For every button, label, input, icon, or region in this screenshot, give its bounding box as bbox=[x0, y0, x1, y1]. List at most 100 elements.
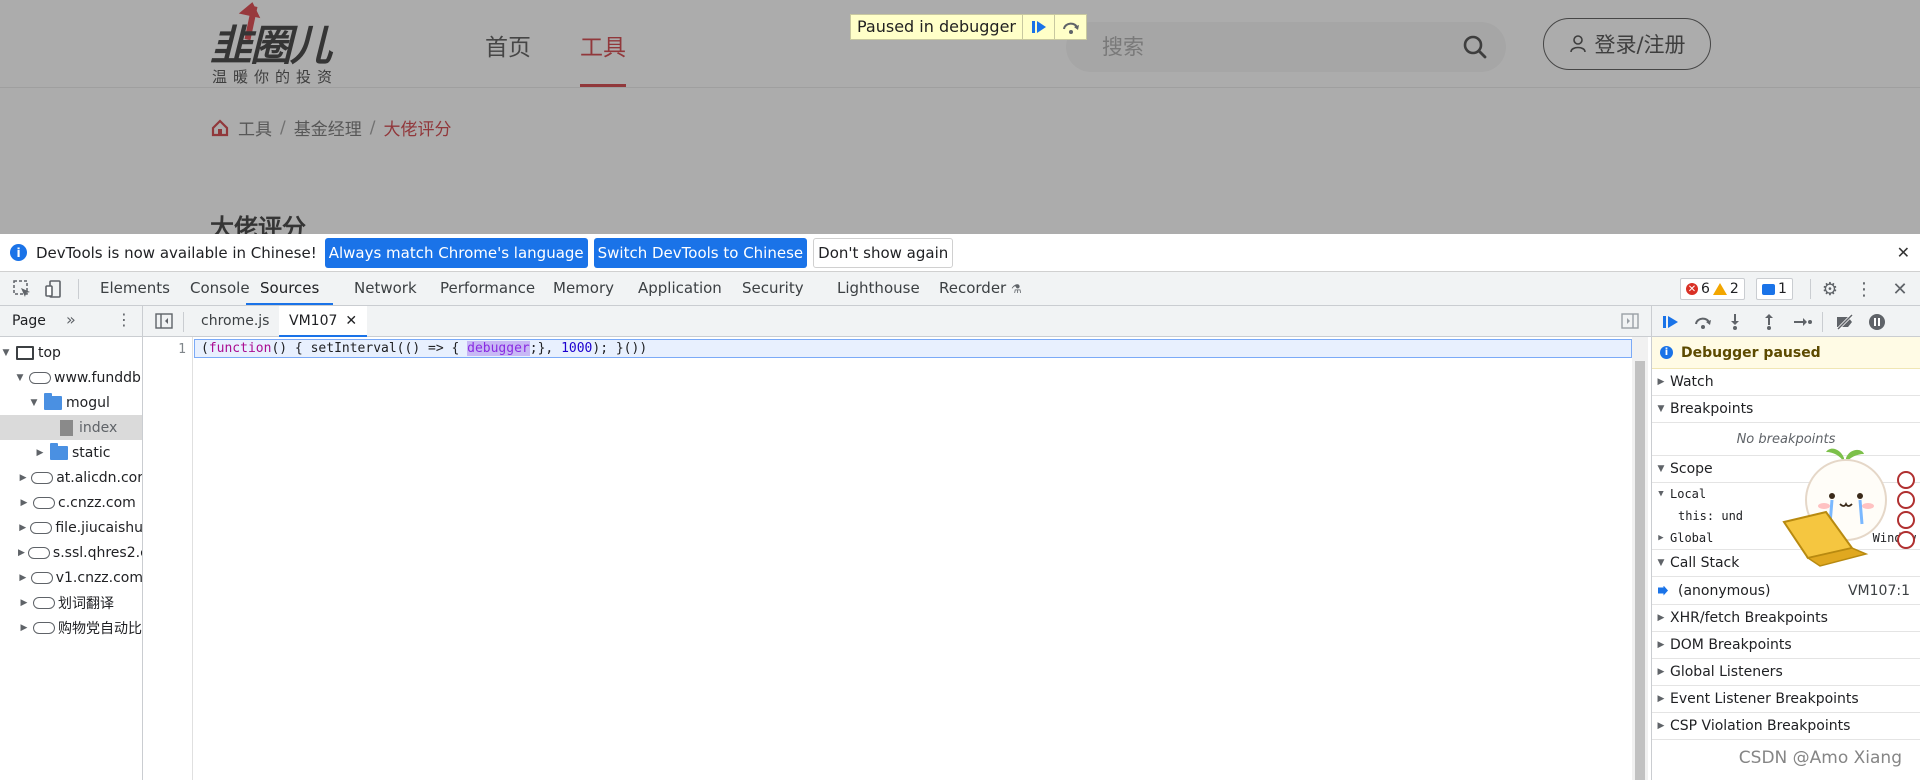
always-match-language-button[interactable]: Always match Chrome's language bbox=[324, 237, 588, 268]
step-out-button[interactable] bbox=[1758, 311, 1780, 333]
editor-tab-vm107[interactable]: VM107 ✕ bbox=[279, 306, 368, 337]
tab-page[interactable]: Page bbox=[12, 313, 46, 329]
csdn-watermark: CSDN @Amo Xiang bbox=[1738, 748, 1902, 768]
frame-icon bbox=[16, 345, 34, 360]
message-counter[interactable]: 1 bbox=[1756, 278, 1793, 300]
switch-to-chinese-button[interactable]: Switch DevTools to Chinese bbox=[593, 237, 808, 268]
tab-console[interactable]: Console bbox=[190, 272, 250, 305]
issue-counters[interactable]: ✕ 6 2 bbox=[1680, 278, 1745, 300]
code-text: ( bbox=[201, 341, 209, 356]
tab-recorder-label: Recorder bbox=[939, 279, 1007, 297]
tab-elements[interactable]: Elements bbox=[100, 272, 170, 305]
code-number: 1000 bbox=[561, 341, 593, 356]
infobar-message: DevTools is now available in Chinese! bbox=[36, 243, 317, 262]
pane-global-listeners[interactable]: ▶ Global Listeners bbox=[1652, 659, 1920, 686]
debugger-toolbar bbox=[1652, 306, 1920, 337]
pane-event-listener-breakpoints[interactable]: ▶ Event Listener Breakpoints bbox=[1652, 686, 1920, 713]
step-over-button[interactable] bbox=[1692, 311, 1714, 333]
pane-title: DOM Breakpoints bbox=[1670, 637, 1792, 653]
tree-item-index[interactable]: index bbox=[0, 415, 142, 440]
pane-title: Call Stack bbox=[1670, 555, 1740, 571]
step-icon bbox=[1794, 318, 1812, 326]
resume-button[interactable] bbox=[1022, 15, 1054, 39]
pane-watch[interactable]: ▶ Watch bbox=[1652, 369, 1920, 396]
tab-network[interactable]: Network bbox=[354, 272, 417, 305]
step-over-button[interactable] bbox=[1054, 15, 1086, 39]
sources-editor: chrome.js VM107 ✕ 1 (function() { setInte… bbox=[143, 306, 1651, 780]
tree-item-alicdn[interactable]: ▶ at.alicdn.cor bbox=[0, 465, 143, 490]
tree-item-jiucaishu[interactable]: ▶ file.jiucaishu bbox=[0, 515, 143, 540]
expanded-arrow-icon: ▼ bbox=[30, 397, 38, 408]
call-frame-location[interactable]: VM107:1 bbox=[1848, 583, 1910, 599]
tab-recorder[interactable]: Recorder ⚗ bbox=[939, 272, 1022, 305]
toggle-navigator-icon[interactable] bbox=[155, 313, 173, 329]
devtools: i DevTools is now available in Chinese! … bbox=[0, 234, 1920, 780]
pane-title: CSP Violation Breakpoints bbox=[1670, 718, 1851, 734]
toggle-debugger-sidebar-icon[interactable] bbox=[1621, 313, 1639, 329]
line-number-gutter[interactable]: 1 bbox=[143, 337, 193, 780]
pause-on-exceptions-button[interactable] bbox=[1866, 311, 1888, 333]
tab-lighthouse[interactable]: Lighthouse bbox=[837, 272, 920, 305]
tree-item-static[interactable]: ▶ static bbox=[0, 440, 142, 465]
tree-item-v1-cnzz[interactable]: ▶ v1.cnzz.com bbox=[0, 565, 143, 590]
pane-title: XHR/fetch Breakpoints bbox=[1670, 610, 1828, 626]
pane-breakpoints[interactable]: ▼ Breakpoints bbox=[1652, 396, 1920, 423]
tab-memory[interactable]: Memory bbox=[553, 272, 614, 305]
error-count: 6 bbox=[1701, 281, 1710, 297]
tree-item-translate-extension[interactable]: ▶ 划词翻译 bbox=[0, 590, 142, 615]
tree-label: index bbox=[79, 419, 118, 436]
tree-label: at.alicdn.cor bbox=[56, 469, 143, 486]
message-icon bbox=[1762, 283, 1775, 295]
close-tab-icon[interactable]: ✕ bbox=[345, 313, 357, 329]
deactivate-breakpoints-button[interactable] bbox=[1834, 311, 1856, 333]
step-over-icon bbox=[1062, 22, 1079, 34]
customize-kebab-icon[interactable]: ⋮ bbox=[1854, 279, 1874, 300]
editor-tab-chrome-js[interactable]: chrome.js bbox=[189, 306, 281, 337]
tree-label: file.jiucaishu bbox=[55, 519, 143, 536]
pane-xhr-breakpoints[interactable]: ▶ XHR/fetch Breakpoints bbox=[1652, 605, 1920, 632]
step-into-button[interactable] bbox=[1724, 311, 1746, 333]
close-devtools-icon[interactable]: ✕ bbox=[1890, 279, 1910, 300]
call-frame[interactable]: (anonymous) VM107:1 bbox=[1652, 577, 1920, 604]
cartoon-sticker-image bbox=[1782, 448, 1915, 567]
info-icon: i bbox=[1660, 346, 1673, 359]
device-toolbar-icon[interactable] bbox=[44, 279, 64, 299]
collapsed-arrow-icon: ▶ bbox=[1657, 721, 1665, 731]
tree-item-shopping-extension[interactable]: ▶ 购物党自动比 bbox=[0, 615, 142, 640]
navigator-menu-icon[interactable]: ⋮ bbox=[116, 310, 132, 329]
pane-csp-violation-breakpoints[interactable]: ▶ CSP Violation Breakpoints bbox=[1652, 713, 1920, 740]
dont-show-again-button[interactable]: Don't show again bbox=[813, 237, 954, 268]
scrollbar-thumb[interactable] bbox=[1635, 361, 1645, 780]
tab-sources[interactable]: Sources bbox=[246, 272, 334, 305]
resume-button[interactable] bbox=[1660, 311, 1682, 333]
tree-label: v1.cnzz.com bbox=[55, 569, 143, 586]
error-icon: ✕ bbox=[1686, 283, 1698, 295]
tree-item-cnzz[interactable]: ▶ c.cnzz.com bbox=[0, 490, 142, 515]
resume-icon bbox=[1031, 21, 1046, 33]
tree-item-top[interactable]: ▼ top bbox=[0, 340, 142, 365]
devtools-main-toolbar: Elements Console Sources Network Perform… bbox=[0, 272, 1920, 306]
paused-in-debugger-pill: Paused in debugger bbox=[850, 14, 1087, 40]
settings-gear-icon[interactable]: ⚙ bbox=[1820, 279, 1840, 300]
step-out-icon bbox=[1765, 314, 1773, 330]
more-tabs-icon[interactable]: » bbox=[66, 310, 76, 329]
inspect-element-icon[interactable] bbox=[12, 279, 32, 299]
sources-navigator: Page » ⋮ ▼ top ▼ www.funddb ▼ mogul inde… bbox=[0, 306, 143, 780]
code-line-paused[interactable]: (function() { setInterval(() => { debugg… bbox=[194, 339, 1632, 358]
pane-dom-breakpoints[interactable]: ▶ DOM Breakpoints bbox=[1652, 632, 1920, 659]
tree-item-qhres2[interactable]: ▶ s.ssl.qhres2.c bbox=[0, 540, 142, 565]
editor-scrollbar[interactable] bbox=[1632, 337, 1648, 780]
close-icon[interactable]: ✕ bbox=[1897, 243, 1910, 262]
experiment-flask-icon: ⚗ bbox=[1011, 282, 1022, 296]
tab-performance[interactable]: Performance bbox=[440, 272, 535, 305]
step-button[interactable] bbox=[1792, 311, 1814, 333]
collapsed-arrow-icon: ▶ bbox=[1657, 640, 1665, 650]
cloud-icon bbox=[29, 371, 51, 384]
tab-application[interactable]: Application bbox=[638, 272, 722, 305]
pane-title: Scope bbox=[1670, 461, 1713, 477]
tab-security[interactable]: Security bbox=[742, 272, 804, 305]
tree-item-mogul[interactable]: ▼ mogul bbox=[0, 390, 142, 415]
tree-item-www-funddb[interactable]: ▼ www.funddb bbox=[0, 365, 142, 390]
folder-icon bbox=[44, 392, 62, 410]
resume-icon bbox=[1663, 316, 1678, 328]
